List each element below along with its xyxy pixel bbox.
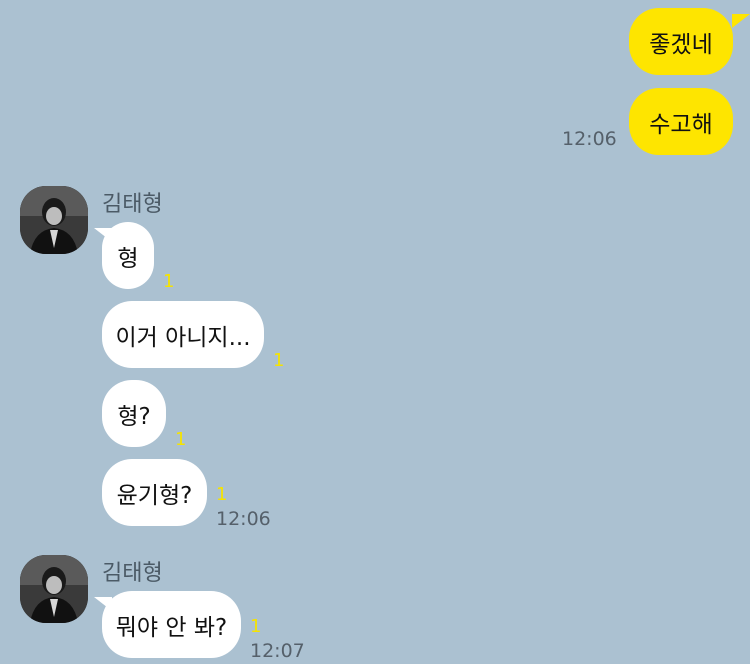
message-timestamp: 12:06 xyxy=(216,508,271,530)
incoming-message[interactable]: 형 xyxy=(102,222,154,289)
message-text: 형? xyxy=(117,403,151,430)
message-text: 뭐야 안 봐? xyxy=(115,614,228,641)
incoming-message[interactable]: 윤기형? xyxy=(102,459,207,526)
message-text: 윤기형? xyxy=(116,482,193,509)
unread-count: 1 xyxy=(273,350,285,371)
avatar[interactable] xyxy=(20,555,88,623)
message-text: 이거 아니지... xyxy=(115,324,251,351)
incoming-message[interactable]: 이거 아니지... xyxy=(102,301,264,368)
unread-count: 1 xyxy=(175,429,187,450)
message-timestamp: 12:07 xyxy=(250,640,305,662)
message-text: 형 xyxy=(117,245,139,272)
message-timestamp: 12:06 xyxy=(562,128,617,150)
incoming-message[interactable]: 뭐야 안 봐? xyxy=(102,591,241,658)
outgoing-message[interactable]: 수고해 xyxy=(629,88,733,155)
bubble-tail xyxy=(732,14,750,28)
profile-photo-icon xyxy=(20,555,88,623)
sender-name: 김태형 xyxy=(102,192,163,217)
unread-count: 1 xyxy=(216,484,228,505)
unread-count: 1 xyxy=(250,616,262,637)
avatar[interactable] xyxy=(20,186,88,254)
outgoing-message[interactable]: 좋겠네 xyxy=(629,8,733,75)
message-text: 좋겠네 xyxy=(649,31,713,58)
incoming-message[interactable]: 형? xyxy=(102,380,166,447)
sender-name: 김태형 xyxy=(102,561,163,586)
message-text: 수고해 xyxy=(649,111,713,138)
profile-photo-icon xyxy=(20,186,88,254)
unread-count: 1 xyxy=(163,271,175,292)
chat-room[interactable]: 좋겠네 수고해 12:06 김태형 형 1 이거 아니지... 1 형? 1 윤… xyxy=(0,0,750,664)
